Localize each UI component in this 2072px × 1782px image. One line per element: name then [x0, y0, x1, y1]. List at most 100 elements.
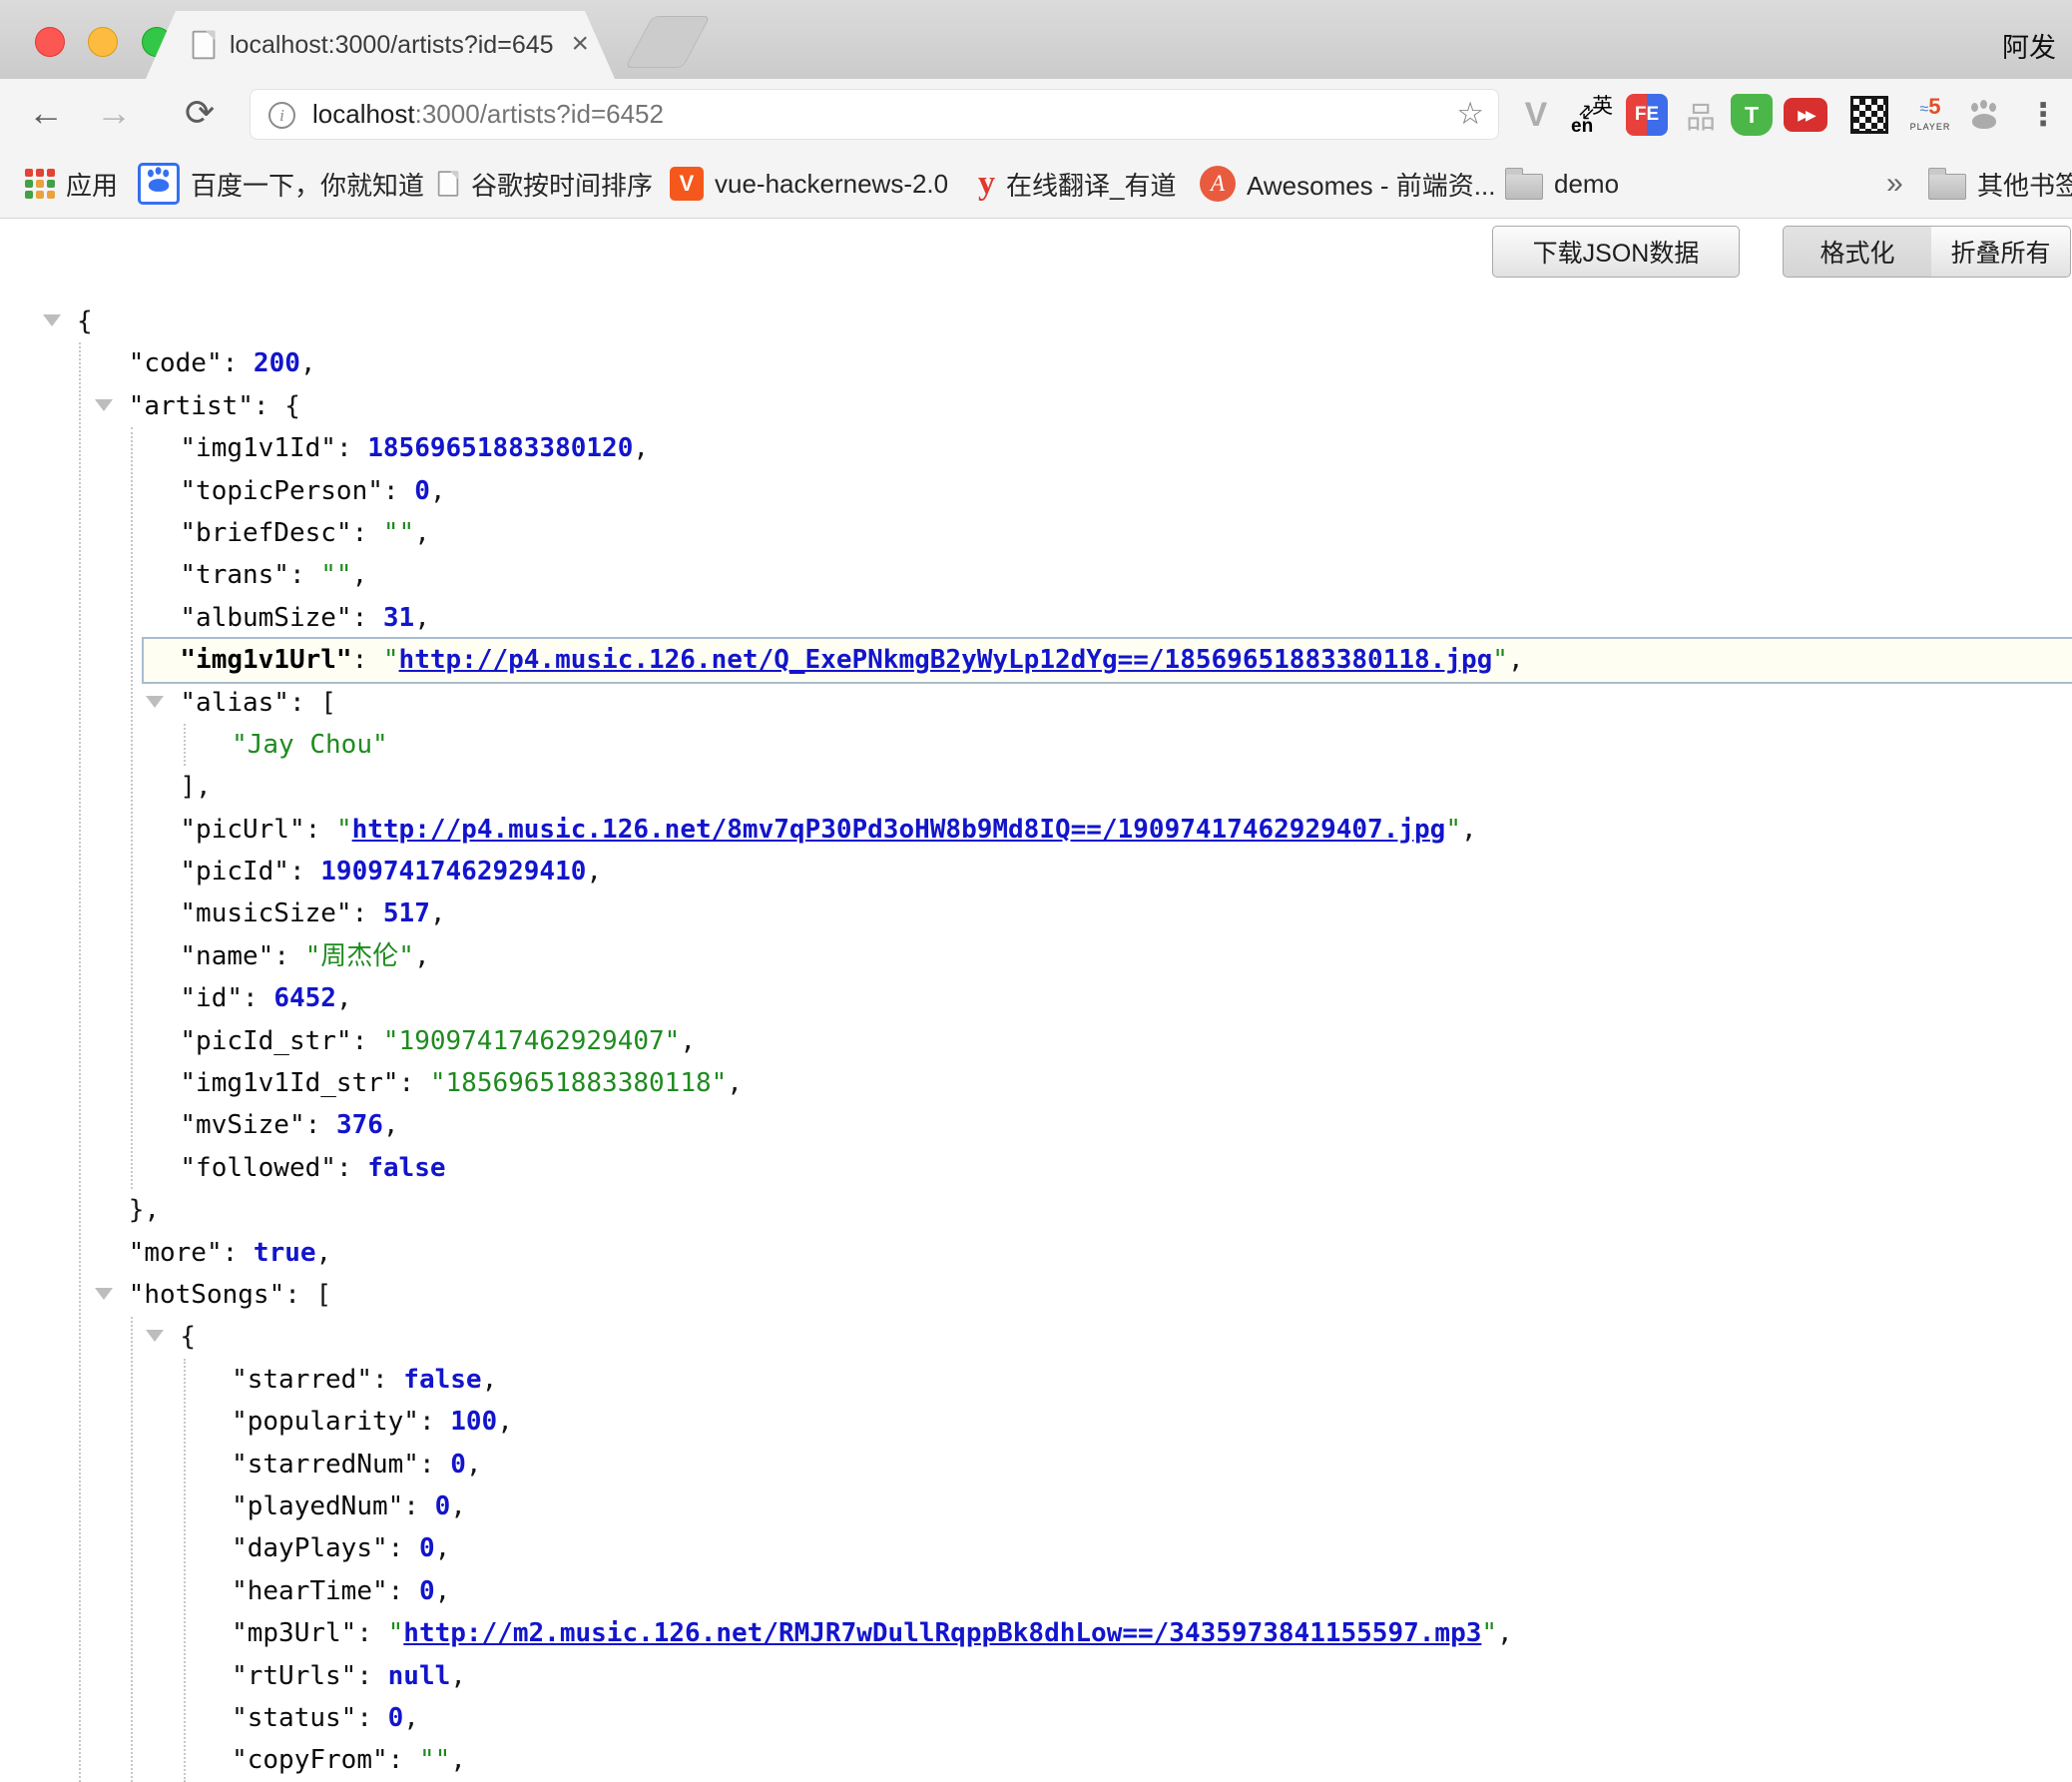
collapse-all-button[interactable]: 折叠所有 [1931, 226, 2071, 278]
json-link[interactable]: http://p4.music.126.net/8mv7qP30Pd3oHW8b… [352, 815, 1446, 845]
bookmark-folder-other[interactable]: 其他书签 [1928, 150, 2072, 218]
page-info-icon[interactable]: i [268, 102, 295, 129]
apps-grid-icon [25, 169, 55, 199]
json-token: 0 [419, 1576, 435, 1606]
bookmark-star-icon[interactable]: ☆ [1456, 90, 1484, 139]
json-token: { [77, 306, 93, 336]
baidu-paw-icon [138, 163, 180, 205]
json-token: "topicPerson" [180, 476, 383, 506]
json-token: "img1v1Id_str" [180, 1068, 398, 1098]
json-line: "copyFrom": "", [0, 1739, 2072, 1781]
page-content: 下载JSON数据 格式化 折叠所有 {"code": 200,"artist":… [0, 220, 2072, 1751]
bookmarks-overflow-chevron[interactable]: » [1886, 150, 1903, 218]
reload-icon[interactable]: ⟳ [185, 79, 215, 150]
json-token: null [388, 1661, 451, 1691]
bookmark-baidu[interactable]: 百度一下，你就知道 [138, 150, 424, 218]
bookmark-google-sort[interactable]: 谷歌按时间排序 [436, 150, 653, 218]
json-token: , [430, 898, 446, 928]
tab-favicon-page-icon [193, 31, 216, 60]
back-icon[interactable]: ← [28, 79, 64, 150]
json-link[interactable]: http://m2.music.126.net/RMJR7wDullRqppBk… [403, 1618, 1481, 1648]
json-line: "more": true, [0, 1232, 2072, 1274]
json-token: : [305, 1110, 336, 1140]
tab-close-icon[interactable]: × [571, 11, 589, 79]
json-line: "picId_str": "19097417462929407", [0, 1020, 2072, 1062]
video-speed-icon[interactable]: ▶▶ [1783, 92, 1828, 138]
json-token: : [352, 898, 383, 928]
browser-toolbar: ← → ⟳ i localhost:3000/artists?id=6452 ☆… [0, 79, 2072, 150]
json-token: ], [180, 772, 211, 802]
json-line: "picUrl": "http://p4.music.126.net/8mv7q… [0, 809, 2072, 851]
json-line: { [0, 300, 2072, 342]
json-token: : [388, 1745, 419, 1775]
json-token: : { [254, 391, 300, 421]
bookmark-youdao-translate[interactable]: y 在线翻译_有道 [978, 150, 1176, 218]
json-token: , [586, 857, 602, 887]
json-token: : [273, 941, 304, 971]
collapse-toggle-icon[interactable] [43, 314, 61, 326]
json-token: : [356, 1661, 387, 1691]
paw-extension-icon[interactable] [1961, 92, 2007, 138]
collapse-toggle-icon[interactable] [95, 1288, 113, 1300]
json-token: 19097417462929410 [320, 857, 586, 887]
json-link[interactable]: http://p4.music.126.net/Q_ExePNkmgB2yWyL… [399, 645, 1493, 675]
json-token: : [352, 603, 383, 633]
vue-devtools-icon[interactable]: V [1513, 92, 1559, 138]
json-token: "hearTime" [232, 1576, 388, 1606]
bookmark-apps[interactable]: 应用 [25, 150, 118, 218]
json-token: "18569651883380118" [430, 1068, 727, 1098]
bookmark-vue-hackernews[interactable]: V vue-hackernews-2.0 [670, 150, 948, 218]
json-line: "hotSongs": [ [0, 1274, 2072, 1316]
json-line: }, [0, 1189, 2072, 1231]
bookmark-folder-demo[interactable]: demo [1505, 150, 1619, 218]
window-minimize-button[interactable] [88, 27, 118, 57]
json-token: , [633, 433, 649, 463]
json-token: , [403, 1703, 419, 1733]
json-token: : [388, 1576, 419, 1606]
json-line: ], [0, 766, 2072, 808]
vue-v-icon: V [670, 167, 704, 201]
awesomes-a-icon: A [1200, 166, 1236, 202]
json-token: "hotSongs" [129, 1280, 285, 1310]
json-token: : [383, 476, 414, 506]
address-bar[interactable]: i localhost:3000/artists?id=6452 ☆ [250, 89, 1499, 140]
json-token: "rtUrls" [232, 1661, 356, 1691]
json-line: "playedNum": 0, [0, 1485, 2072, 1527]
url-text[interactable]: localhost:3000/artists?id=6452 [312, 90, 664, 139]
window-close-button[interactable] [35, 27, 65, 57]
translate-icon[interactable]: 英en⇄ [1569, 92, 1615, 138]
json-token: false [367, 1153, 445, 1183]
bookmark-awesomes[interactable]: A Awesomes - 前端资... [1200, 150, 1495, 218]
json-token: , [497, 1407, 513, 1437]
json-token: "trans" [180, 560, 289, 590]
json-token: "mvSize" [180, 1110, 304, 1140]
collapse-toggle-icon[interactable] [146, 1330, 164, 1342]
json-token: , [383, 1110, 399, 1140]
json-lines: {"code": 200,"artist": {"img1v1Id": 1856… [0, 300, 2072, 1782]
new-tab-button[interactable] [625, 16, 711, 68]
profile-name[interactable]: 阿发 [2002, 26, 2056, 65]
json-line: "starred": false, [0, 1359, 2072, 1401]
format-button[interactable]: 格式化 [1783, 226, 1932, 278]
collapse-toggle-icon[interactable] [95, 399, 113, 411]
html5-player-icon[interactable]: ≈5PLAYER [1907, 92, 1953, 138]
browser-tab[interactable]: localhost:3000/artists?id=645 × [146, 11, 615, 79]
json-token: , [680, 1026, 696, 1056]
json-token: "code" [129, 348, 223, 378]
download-json-button[interactable]: 下载JSON数据 [1492, 226, 1740, 278]
json-token: }, [129, 1195, 160, 1225]
forward-icon[interactable]: → [96, 79, 132, 150]
qrcode-icon[interactable] [1846, 92, 1892, 138]
json-token: : [352, 1026, 383, 1056]
sitemap-icon[interactable]: 品 [1678, 92, 1724, 138]
json-token: "picUrl" [180, 815, 304, 845]
json-token: : [289, 560, 320, 590]
tampermonkey-icon[interactable]: T [1729, 92, 1775, 138]
browser-menu-icon[interactable]: ⋮ [2020, 92, 2066, 138]
json-token: , [435, 1533, 451, 1563]
json-line: "briefDesc": "", [0, 512, 2072, 554]
json-line: "mp3Url": "http://m2.music.126.net/RMJR7… [0, 1612, 2072, 1654]
fe-extension-icon[interactable]: FE [1624, 92, 1670, 138]
collapse-toggle-icon[interactable] [146, 696, 164, 708]
json-token: { [180, 1322, 196, 1352]
